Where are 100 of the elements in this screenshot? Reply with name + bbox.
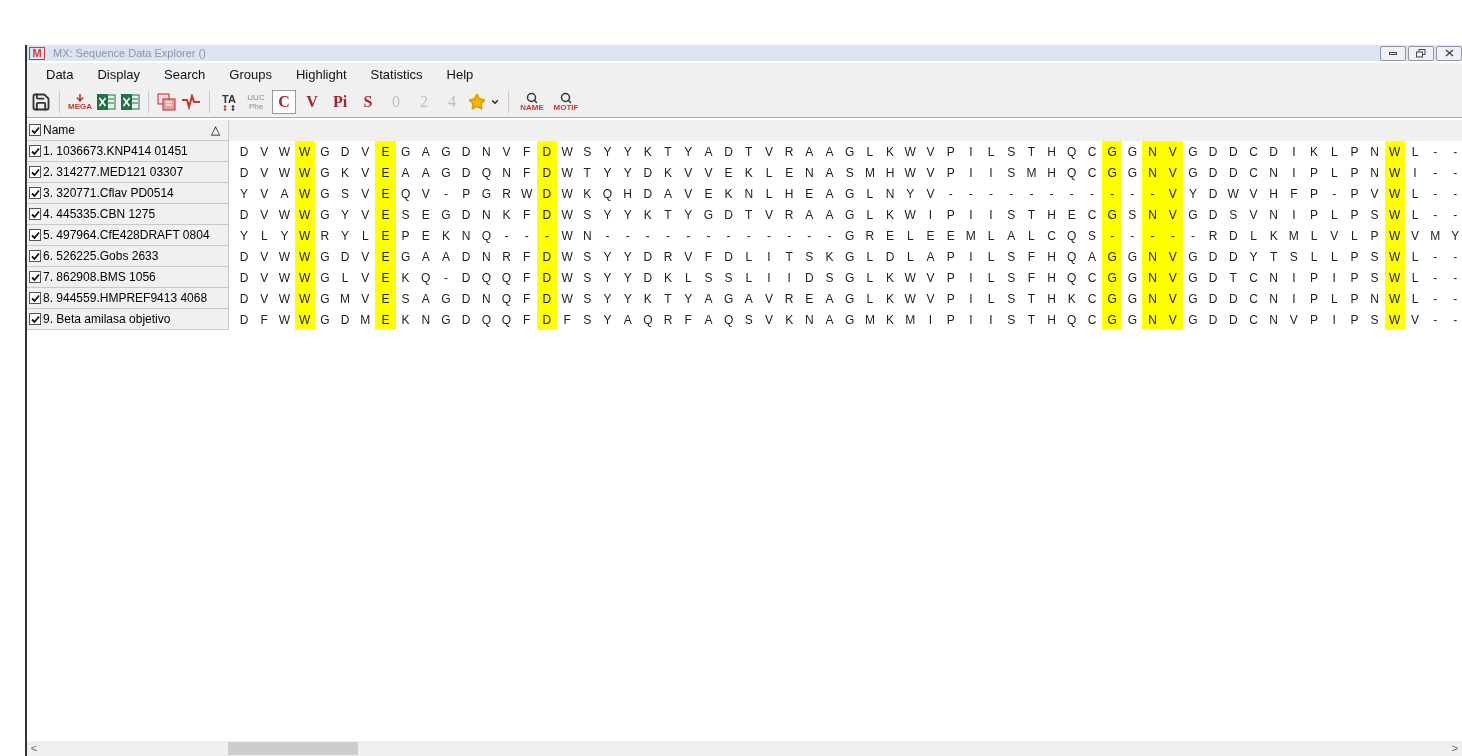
menu-item[interactable]: Help — [434, 65, 486, 85]
minimize-button[interactable] — [1380, 45, 1406, 61]
sequence-name: 5. 497964.CfE428DRAFT 0804 — [43, 227, 210, 244]
residue-cell: E — [375, 141, 396, 162]
app-logo: M — [29, 46, 45, 60]
site-toggle[interactable]: S — [356, 90, 380, 114]
residue-cell: E — [375, 225, 396, 246]
residue-cell: W — [1384, 183, 1405, 204]
residue-cell: W — [294, 246, 315, 267]
sequence-name: 1. 1036673.KNP414 01451 — [43, 143, 188, 160]
residue-cell: E — [375, 309, 396, 330]
sequence-name-cell[interactable]: 6. 526225.Gobs 2633 — [27, 246, 229, 267]
close-button[interactable] — [1436, 45, 1462, 61]
residue-cell: V — [1162, 204, 1183, 225]
residue-cell: - — [1162, 225, 1183, 246]
residue-cell: D — [536, 267, 557, 288]
checkbox[interactable] — [29, 208, 41, 220]
residue-cell: V — [1162, 267, 1183, 288]
horizontal-scrollbar[interactable]: < > — [27, 741, 1462, 756]
dropdown-caret-icon[interactable] — [490, 97, 500, 107]
sequence-name: 3. 320771.Cflav PD0514 — [43, 185, 174, 202]
sequence-name: 9. Beta amilasa objetivo — [43, 311, 171, 328]
residue-cell: D — [536, 204, 557, 225]
residue-cell: E — [375, 267, 396, 288]
checkbox[interactable] — [29, 145, 41, 157]
sequence-name-cell[interactable]: 7. 862908.BMS 1056 — [27, 267, 229, 288]
search-icon — [560, 92, 572, 104]
sequence-name-cell[interactable]: 2. 314277.MED121 03307 — [27, 162, 229, 183]
download-icon — [75, 93, 85, 103]
column-header[interactable]: Name △ — [27, 120, 229, 141]
residue-cell: V — [1162, 183, 1183, 204]
site-toggle[interactable]: Pi — [328, 90, 352, 114]
residue-cell: W — [294, 267, 315, 288]
residue-cell: - — [1102, 225, 1123, 246]
spreadsheet-icon[interactable] — [96, 93, 116, 111]
residue-cell: G — [1102, 141, 1123, 162]
residue-cell: D — [536, 246, 557, 267]
sequence-name-cell[interactable]: 4. 445335.CBN 1275 — [27, 204, 229, 225]
sequence-name-cell[interactable]: 9. Beta amilasa objetivo — [27, 309, 229, 330]
residue-cell: V — [1162, 162, 1183, 183]
menu-item[interactable]: Data — [34, 65, 86, 85]
residue-cell: - — [1142, 183, 1163, 204]
menu-item[interactable]: Highlight — [283, 65, 359, 85]
find-button[interactable]: MOTIF — [551, 92, 581, 112]
residue-cell: W — [1384, 204, 1405, 225]
sequence-name-cell[interactable]: 3. 320771.Cflav PD0514 — [27, 183, 229, 204]
residue-cell: D — [536, 309, 557, 330]
residue-cell: N — [1142, 141, 1163, 162]
residue-cell: G — [1102, 309, 1123, 330]
sequence-name-cell[interactable]: 8. 944559.HMPREF9413 4068 — [27, 288, 229, 309]
spreadsheet-icon[interactable] — [120, 93, 140, 111]
checkbox[interactable] — [29, 229, 41, 241]
residue-cell: W — [294, 141, 315, 162]
residue-cell: V — [1162, 288, 1183, 309]
sequence-name-cell[interactable]: 5. 497964.CfE428DRAFT 0804 — [27, 225, 229, 246]
checkbox[interactable] — [29, 124, 41, 136]
sequence-name-cell[interactable]: 1. 1036673.KNP414 01451 — [27, 141, 229, 162]
site-toggle[interactable]: C — [272, 90, 296, 114]
residue-cell: N — [1142, 204, 1163, 225]
dots-icon — [222, 104, 236, 111]
minimize-icon — [1389, 51, 1397, 55]
site-toggle[interactable]: V — [300, 90, 324, 114]
export-button[interactable]: MEGA — [68, 93, 92, 111]
residue-cell: N — [1142, 246, 1163, 267]
checkbox[interactable] — [29, 271, 41, 283]
residue-cell: D — [536, 183, 557, 204]
residue-cell: N — [1142, 267, 1163, 288]
checkbox[interactable] — [29, 292, 41, 304]
star-icon[interactable] — [468, 93, 486, 111]
save-icon[interactable] — [31, 92, 51, 112]
checkbox[interactable] — [29, 313, 41, 325]
copy-icon[interactable] — [157, 93, 177, 111]
residue-cell: G — [1102, 288, 1123, 309]
menu-item[interactable]: Groups — [217, 65, 284, 85]
residue-cell: E — [375, 204, 396, 225]
menu-item[interactable]: Search — [152, 65, 218, 85]
scrollbar-thumb[interactable] — [228, 742, 358, 755]
scroll-left-arrow[interactable]: < — [27, 740, 41, 756]
residue-cell: G — [1102, 204, 1123, 225]
residue-cell: W — [1384, 309, 1405, 330]
checkbox[interactable] — [29, 250, 41, 262]
sequence-name: 8. 944559.HMPREF9413 4068 — [43, 290, 208, 307]
residue-cell: W — [1384, 288, 1405, 309]
residue-cell: G — [1102, 246, 1123, 267]
residue-cell: W — [294, 162, 315, 183]
close-icon — [1444, 49, 1454, 57]
scroll-right-arrow[interactable]: > — [1448, 740, 1462, 756]
find-button[interactable]: NAME — [517, 92, 547, 112]
residue-cell: W — [294, 309, 315, 330]
menu-item[interactable]: Statistics — [358, 65, 435, 85]
restore-button[interactable] — [1408, 45, 1434, 61]
pulse-icon[interactable] — [181, 94, 201, 110]
menu-item[interactable]: Display — [85, 65, 153, 85]
checkbox[interactable] — [29, 166, 41, 178]
residue-cell: V — [1162, 246, 1183, 267]
residue-cell: W — [294, 225, 315, 246]
translate-button[interactable]: TA — [218, 93, 240, 111]
column-header-label: Name — [43, 122, 75, 139]
checkbox[interactable] — [29, 187, 41, 199]
residue-cell: - — [1142, 225, 1163, 246]
